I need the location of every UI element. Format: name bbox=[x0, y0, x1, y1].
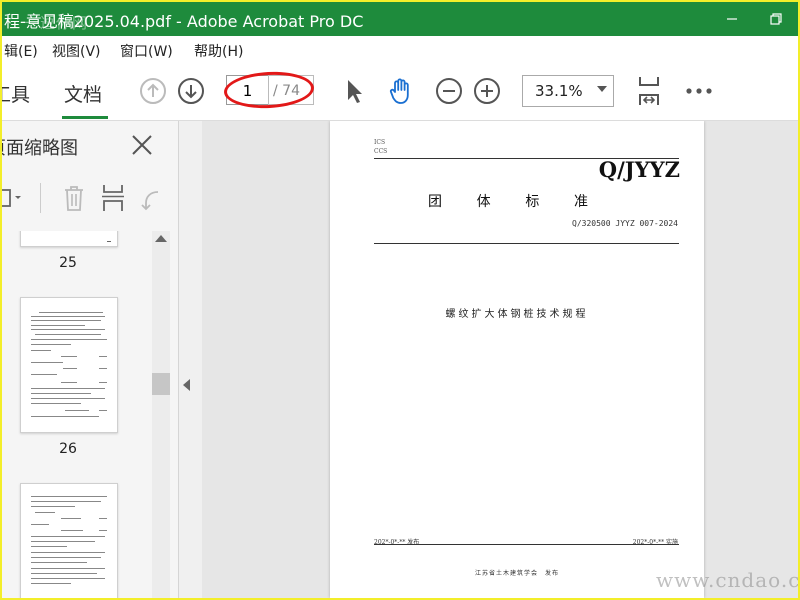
acrobat-window: 程-意见稿2025.04.pdf - Adobe Acrobat Pro DC … bbox=[0, 0, 800, 600]
select-tool-button[interactable] bbox=[338, 76, 368, 106]
minus-circle-icon bbox=[436, 78, 462, 104]
standard-code: Q/JYYZ bbox=[598, 157, 680, 182]
active-tab-indicator bbox=[62, 116, 108, 119]
zoom-dropdown[interactable]: 33.1% bbox=[522, 75, 614, 107]
panel-title: 页面缩略图 bbox=[2, 138, 78, 159]
scrollbar-thumb[interactable] bbox=[152, 373, 170, 395]
site-watermark: www.cndao.com bbox=[656, 568, 800, 592]
chevron-down-icon bbox=[597, 86, 607, 92]
thumbnail-list: 25 26 bbox=[2, 231, 152, 598]
zoom-value: 33.1% bbox=[535, 82, 583, 100]
ccs-label: CCS bbox=[374, 148, 388, 155]
tab-document[interactable]: 文档 bbox=[64, 80, 102, 107]
document-view[interactable]: ICS CCS Q/JYYZ 团 体 标 准 Q/320500 JYYZ 007… bbox=[202, 121, 798, 598]
more-tools-button[interactable] bbox=[684, 76, 714, 106]
document-name: 螺纹扩大体钢桩技术规程 bbox=[445, 309, 589, 320]
fit-page-button[interactable] bbox=[634, 76, 664, 106]
footer-rule bbox=[374, 544, 679, 545]
page-layout-icon bbox=[102, 185, 124, 211]
main-toolbar: 工具 文档 1 / 74 bbox=[2, 62, 798, 121]
arrow-up-circle-icon bbox=[140, 78, 166, 104]
plus-circle-icon bbox=[474, 78, 500, 104]
overlay-watermark-text: 一逗你网 bbox=[24, 14, 89, 32]
publisher: 江苏省土木建筑学会 发布 bbox=[474, 570, 559, 577]
delete-page-button[interactable] bbox=[60, 183, 88, 217]
page-layout-button[interactable] bbox=[100, 183, 128, 217]
trash-icon bbox=[65, 186, 83, 211]
tab-tools[interactable]: 工具 bbox=[2, 80, 30, 107]
standard-type-char: 团 bbox=[428, 194, 442, 210]
standard-type-char: 标 bbox=[525, 194, 540, 210]
hand-tool-button[interactable] bbox=[386, 76, 416, 106]
ics-label: ICS bbox=[374, 139, 386, 146]
minimize-button[interactable] bbox=[710, 2, 754, 36]
options-dropdown-icon bbox=[2, 189, 21, 207]
prev-page-button[interactable] bbox=[138, 76, 168, 106]
thumbnail-toolbar bbox=[2, 179, 178, 219]
thumbnail-label: 25 bbox=[59, 255, 77, 271]
thumbnail-label: 26 bbox=[59, 441, 77, 457]
arrow-down-circle-icon bbox=[178, 78, 204, 104]
thumbnail-scrollbar[interactable] bbox=[152, 231, 170, 598]
scroll-up-arrow-icon[interactable] bbox=[155, 235, 167, 242]
menu-view[interactable]: 视图(V) bbox=[52, 41, 101, 61]
title-bar: 程-意见稿2025.04.pdf - Adobe Acrobat Pro DC … bbox=[2, 2, 798, 36]
toolbar-divider bbox=[40, 183, 41, 213]
restore-icon bbox=[770, 13, 782, 25]
close-icon bbox=[132, 135, 152, 155]
menu-bar: 辑(E) 视图(V) 窗口(W) 帮助(H) bbox=[2, 36, 798, 62]
standard-number: Q/320500 JYYZ 007-2024 bbox=[572, 219, 678, 228]
undo-icon bbox=[141, 191, 159, 211]
menu-help[interactable]: 帮助(H) bbox=[194, 41, 243, 61]
page-thumbnails-panel: 页面缩略图 bbox=[2, 121, 179, 598]
title-rule bbox=[374, 243, 679, 245]
cursor-arrow-icon bbox=[348, 80, 362, 103]
undo-button[interactable] bbox=[140, 183, 162, 217]
zoom-out-button[interactable] bbox=[434, 76, 464, 106]
standard-type-char: 准 bbox=[573, 194, 588, 210]
more-dots-icon bbox=[686, 88, 712, 94]
next-page-button[interactable] bbox=[176, 76, 206, 106]
minimize-icon bbox=[727, 18, 737, 20]
document-page: ICS CCS Q/JYYZ 团 体 标 准 Q/320500 JYYZ 007… bbox=[330, 121, 704, 598]
standard-type-char: 体 bbox=[476, 194, 491, 210]
standard-type: 团 体 标 准 bbox=[428, 191, 588, 211]
close-panel-button[interactable] bbox=[130, 133, 154, 157]
thumbnail-page-26[interactable] bbox=[20, 297, 118, 433]
collapse-arrow-icon bbox=[183, 379, 190, 391]
fit-width-icon bbox=[639, 77, 659, 105]
menu-window[interactable]: 窗口(W) bbox=[120, 41, 173, 61]
hand-icon bbox=[389, 78, 409, 104]
collapse-panel-handle[interactable] bbox=[180, 121, 202, 598]
zoom-in-button[interactable] bbox=[472, 76, 502, 106]
thumbnail-page-27[interactable] bbox=[20, 483, 118, 598]
thumbnail-options-button[interactable] bbox=[2, 183, 28, 217]
thumbnail-page-25[interactable] bbox=[20, 231, 118, 247]
menu-edit[interactable]: 辑(E) bbox=[4, 41, 38, 61]
maximize-button[interactable] bbox=[754, 2, 798, 36]
